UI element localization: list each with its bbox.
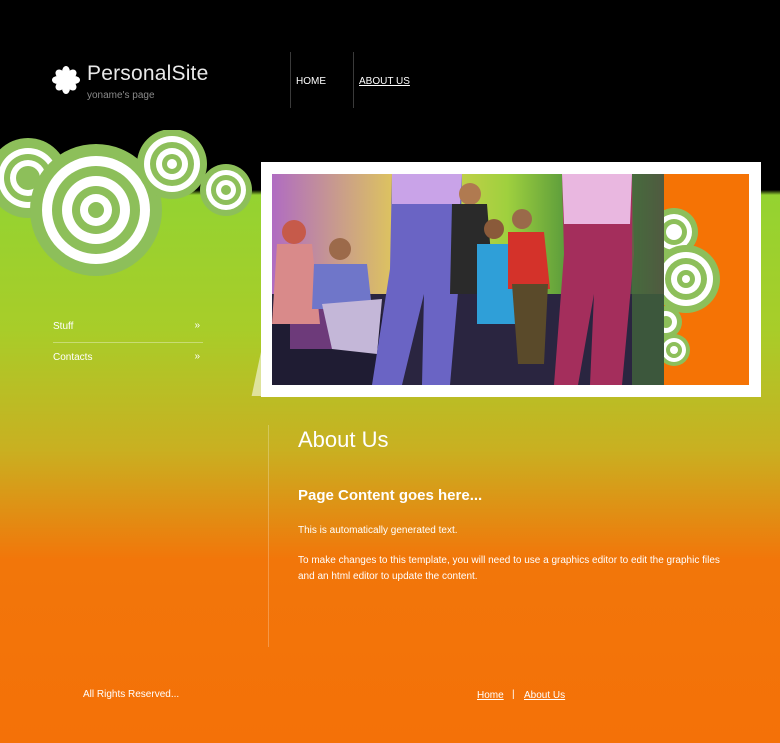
decorative-circles-panel [664, 208, 720, 366]
content-paragraph: To make changes to this template, you wi… [298, 555, 720, 582]
content-paragraph: This is automatically generated text. [298, 525, 458, 536]
nav-home-link[interactable]: HOME [296, 76, 326, 87]
nav-about-us-link[interactable]: ABOUT US [359, 76, 410, 87]
orange-side-panel [664, 174, 749, 385]
party-photo [272, 174, 664, 385]
sidebar-item-contacts[interactable]: Contacts » [53, 351, 203, 363]
decorative-circles [0, 130, 252, 276]
sidebar-item-stuff[interactable]: Stuff » [53, 320, 203, 332]
content-divider [268, 425, 269, 647]
footer-home-link[interactable]: Home [477, 690, 504, 701]
site-title[interactable]: PersonalSite [87, 62, 208, 86]
site-subtitle: yoname's page [87, 90, 155, 101]
header-photo-frame [261, 162, 761, 397]
footer-separator: | [512, 689, 515, 700]
nav-divider [353, 52, 354, 108]
sidebar-divider [53, 342, 203, 343]
asterisk-flower-icon [52, 66, 80, 94]
footer-about-us-link[interactable]: About Us [524, 690, 565, 701]
double-chevron-right-icon: » [194, 320, 200, 331]
page-title: About Us [298, 427, 389, 452]
content-subheading: Page Content goes here... [298, 487, 483, 504]
target-circle-top [137, 130, 207, 199]
target-circle-right [200, 164, 252, 216]
sidebar-item-label: Contacts [53, 352, 93, 363]
sidebar-item-label: Stuff [53, 321, 74, 332]
copyright-text: All Rights Reserved... [83, 689, 180, 700]
double-chevron-right-icon: » [194, 351, 200, 362]
nav-divider [290, 52, 291, 108]
